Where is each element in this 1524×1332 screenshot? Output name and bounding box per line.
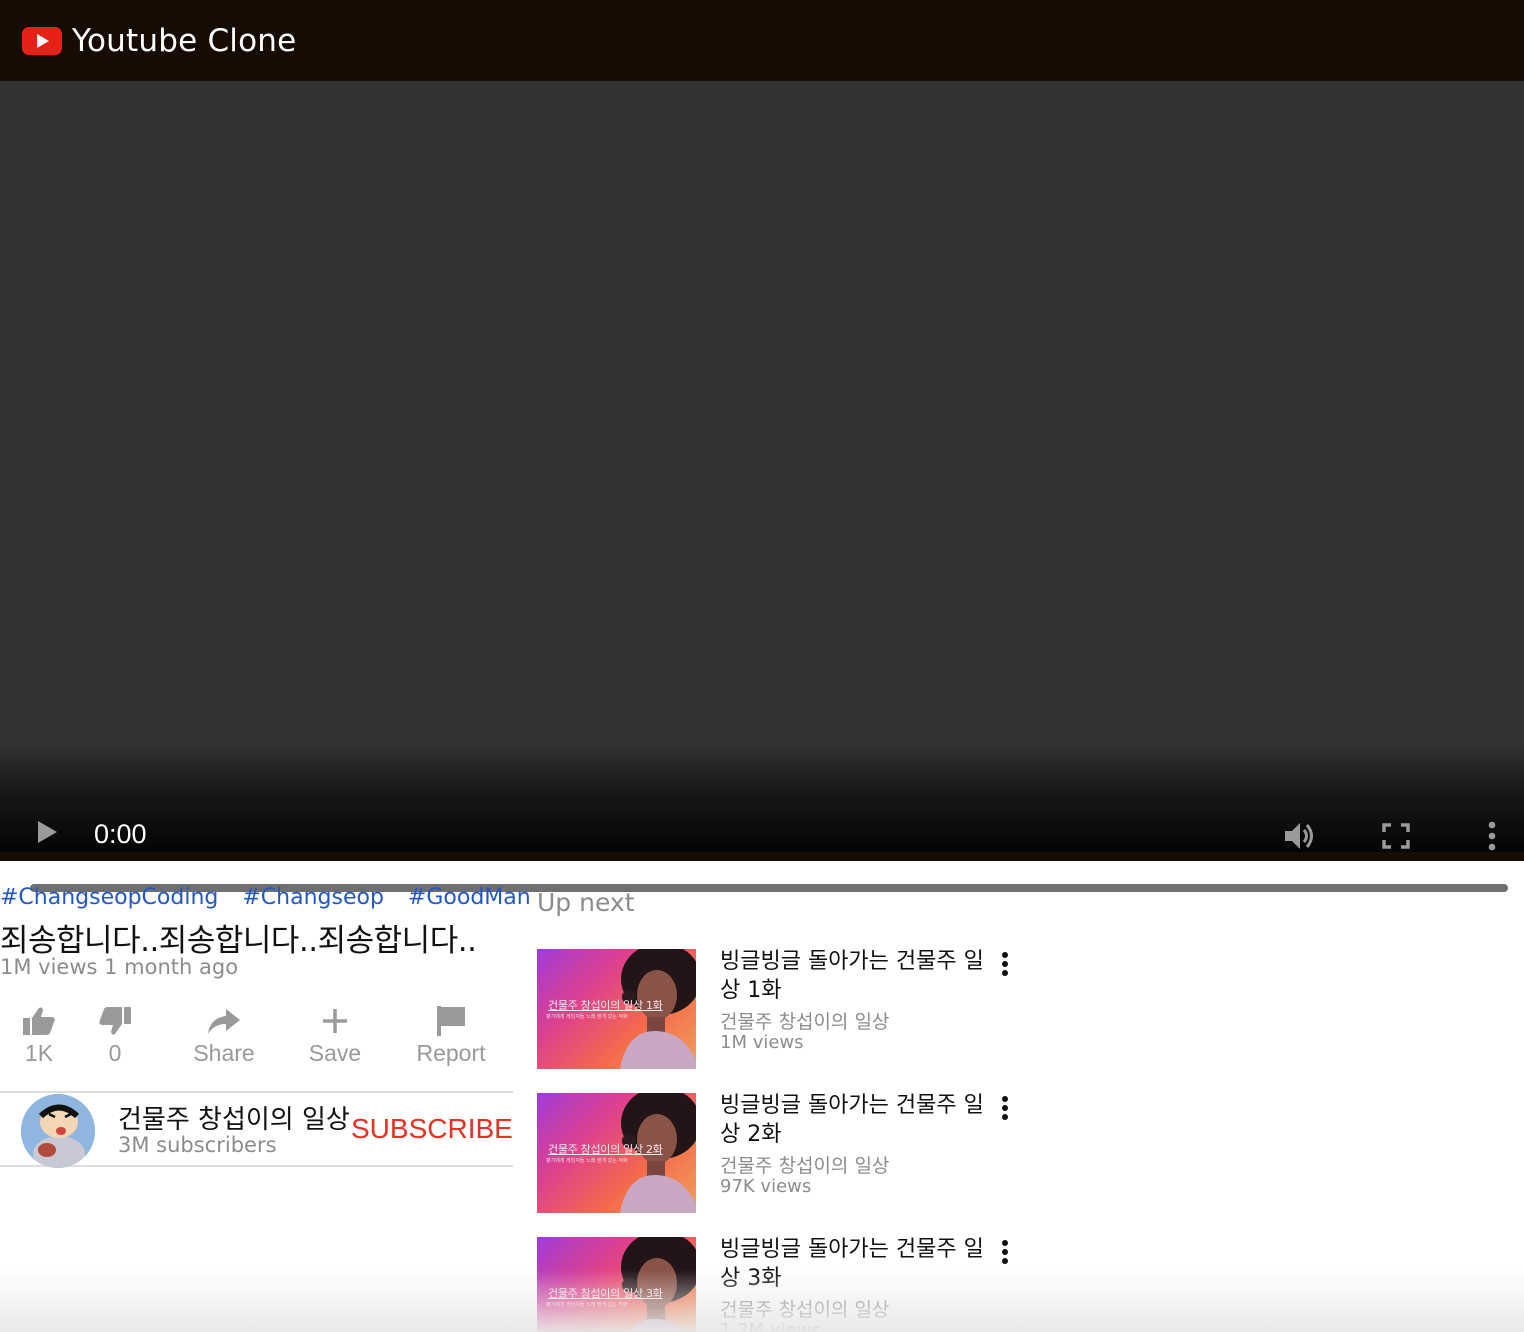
up-next-item[interactable]: 건물주 창섭이의 일상 1화 평기에게 게임지들 노래 앤게 갔는 적화 빙글빙… <box>537 949 1017 1069</box>
hashtag-link[interactable]: #Changseop <box>242 885 384 910</box>
thumbnail-caption: 건물주 창섭이의 일상 2화 <box>548 1143 663 1156</box>
up-next-channel: 건물주 창섭이의 일상 <box>720 1299 890 1321</box>
up-next-title[interactable]: 빙글빙글 돌아가는 건물주 일상 2화 <box>720 1091 992 1149</box>
up-next-heading: Up next <box>537 888 635 917</box>
app-title[interactable]: Youtube Clone <box>72 23 296 59</box>
play-button[interactable] <box>34 817 60 847</box>
youtube-logo-icon[interactable] <box>22 26 62 55</box>
dislike-button[interactable]: 0 <box>96 1003 134 1067</box>
video-thumbnail[interactable]: 건물주 창섭이의 일상 2화 평기에게 게임지들 노래 앤게 갔는 적화 <box>537 1093 696 1213</box>
play-icon <box>38 821 57 843</box>
thumbs-down-icon <box>99 1007 131 1035</box>
save-label: Save <box>308 1040 362 1066</box>
app-header: Youtube Clone <box>0 0 1524 81</box>
up-next-views: 1.2M views <box>720 1320 821 1332</box>
item-menu-button[interactable] <box>997 1095 1013 1123</box>
dislike-count: 0 <box>108 1040 122 1066</box>
video-player[interactable]: 0:00 <box>0 81 1524 892</box>
fullscreen-button[interactable] <box>1378 819 1414 853</box>
channel-info: 건물주 창섭이의 일상 3M subscribers SUBSCRIBE <box>0 1091 513 1168</box>
video-title: 죄송합니다..죄송합니다..죄송합니다.. <box>0 923 477 959</box>
up-next-channel: 건물주 창섭이의 일상 <box>720 1155 890 1177</box>
channel-name[interactable]: 건물주 창섭이의 일상 <box>118 1099 350 1136</box>
volume-icon <box>1285 823 1313 849</box>
subscriber-count: 3M subscribers <box>118 1133 277 1157</box>
like-count: 1K <box>24 1040 54 1066</box>
up-next-title[interactable]: 빙글빙글 돌아가는 건물주 일상 3화 <box>720 1235 992 1293</box>
up-next-title[interactable]: 빙글빙글 돌아가는 건물주 일상 1화 <box>720 947 992 1005</box>
share-label: Share <box>193 1040 255 1066</box>
video-thumbnail[interactable]: 건물주 창섭이의 일상 3화 평기에게 게임지들 노래 앤게 갔는 적화 <box>537 1237 696 1332</box>
subscribe-button[interactable]: SUBSCRIBE <box>351 1113 513 1145</box>
thumbnail-subcaption: 평기에게 게임지들 노래 앤게 갔는 적화 <box>546 1158 628 1164</box>
thumbnail-subcaption: 평기에게 게임지들 노래 앤게 갔는 적화 <box>546 1014 628 1020</box>
video-actions: 1K 0 Share Save Report <box>0 1003 513 1069</box>
hashtag-link[interactable]: #ChangseopCoding <box>0 885 218 910</box>
thumbs-up-icon <box>23 1007 55 1035</box>
flag-icon <box>437 1006 465 1036</box>
save-button[interactable]: Save <box>304 1003 366 1067</box>
thumbnail-subcaption: 평기에게 게임지들 노래 앤게 갔는 적화 <box>546 1302 628 1308</box>
item-menu-button[interactable] <box>997 1239 1013 1267</box>
up-next-views: 1M views <box>720 1032 804 1053</box>
channel-avatar[interactable] <box>21 1094 95 1168</box>
share-icon <box>208 1009 240 1034</box>
share-button[interactable]: Share <box>189 1003 259 1067</box>
volume-button[interactable] <box>1280 819 1320 853</box>
player-controls: 0:00 <box>0 741 1524 892</box>
thumbnail-caption: 건물주 창섭이의 일상 1화 <box>548 999 663 1012</box>
report-label: Report <box>416 1040 486 1066</box>
player-more-button[interactable] <box>1480 819 1504 853</box>
report-button[interactable]: Report <box>412 1003 490 1067</box>
up-next-views: 97K views <box>720 1176 812 1197</box>
more-vertical-icon <box>1002 1240 1008 1264</box>
hashtag-list: #ChangseopCoding #Changseop #GoodMan <box>0 885 531 910</box>
up-next-item[interactable]: 건물주 창섭이의 일상 2화 평기에게 게임지들 노래 앤게 갔는 적화 빙글빙… <box>537 1093 1017 1213</box>
up-next-channel: 건물주 창섭이의 일상 <box>720 1011 890 1033</box>
item-menu-button[interactable] <box>997 951 1013 979</box>
time-display: 0:00 <box>94 819 147 849</box>
video-meta: 1M views 1 month ago <box>0 955 239 979</box>
more-vertical-icon <box>1002 952 1008 976</box>
plus-icon <box>323 1009 347 1033</box>
thumbnail-caption: 건물주 창섭이의 일상 3화 <box>548 1287 663 1300</box>
player-border <box>0 852 1524 861</box>
up-next-item[interactable]: 건물주 창섭이의 일상 3화 평기에게 게임지들 노래 앤게 갔는 적화 빙글빙… <box>537 1237 1017 1332</box>
more-vertical-icon <box>1488 821 1496 851</box>
hashtag-link[interactable]: #GoodMan <box>408 885 531 910</box>
like-button[interactable]: 1K <box>18 1003 60 1067</box>
fullscreen-icon <box>1382 823 1410 849</box>
video-thumbnail[interactable]: 건물주 창섭이의 일상 1화 평기에게 게임지들 노래 앤게 갔는 적화 <box>537 949 696 1069</box>
more-vertical-icon <box>1002 1096 1008 1120</box>
